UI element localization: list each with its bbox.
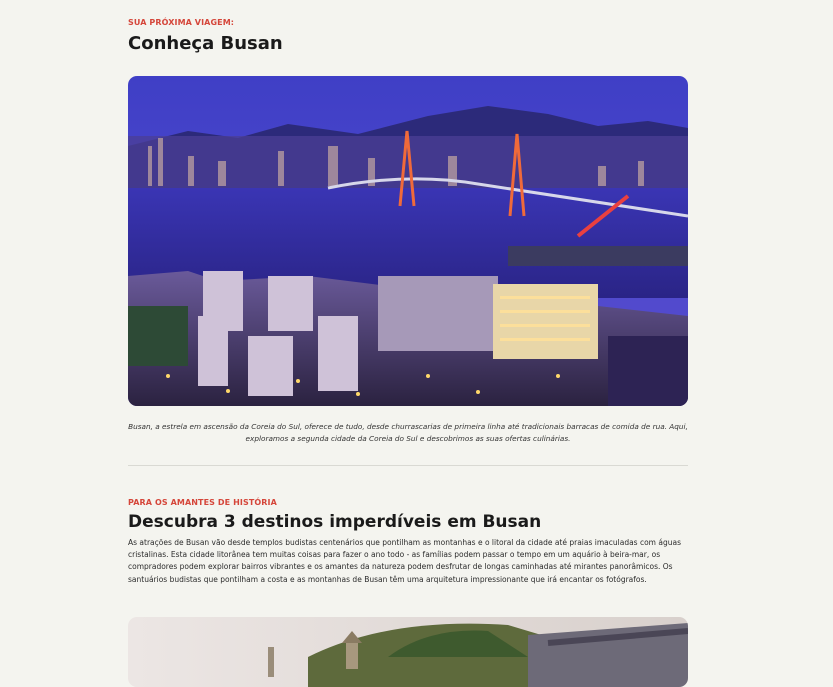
temple-photo <box>128 617 688 687</box>
intro-eyebrow: SUA PRÓXIMA VIAGEM: <box>128 18 235 27</box>
caption-line-1: Busan, a estrela em ascensão da Coreia d… <box>128 422 688 431</box>
caption-line-2: exploramos a segunda cidade da Coreia do… <box>245 433 571 443</box>
intro-header: SUA PRÓXIMA VIAGEM: Conheça Busan <box>128 18 688 55</box>
busan-night-photo <box>128 76 688 406</box>
history-body-line-1: As atrações de Busan vão desde templos b… <box>128 538 681 547</box>
history-eyebrow: PARA OS AMANTES DE HISTÓRIA <box>128 498 277 507</box>
page-title: Conheça Busan <box>128 33 283 54</box>
history-body-line-4: santuários budistas que pontilham a cost… <box>128 574 647 584</box>
hero-caption: Busan, a estrela em ascensão da Coreia d… <box>128 421 688 444</box>
history-body-line-3: compradores podem explorar bairros vibra… <box>128 562 673 572</box>
history-section: PARA OS AMANTES DE HISTÓRIA Descubra 3 d… <box>128 498 688 586</box>
history-title: Descubra 3 destinos imperdíveis em Busan <box>128 512 542 532</box>
section-divider <box>128 465 688 466</box>
history-body-line-2: cristalinas. Esta cidade litorânea tem m… <box>128 550 661 560</box>
history-body: As atrações de Busan vão desde templos b… <box>128 537 688 586</box>
